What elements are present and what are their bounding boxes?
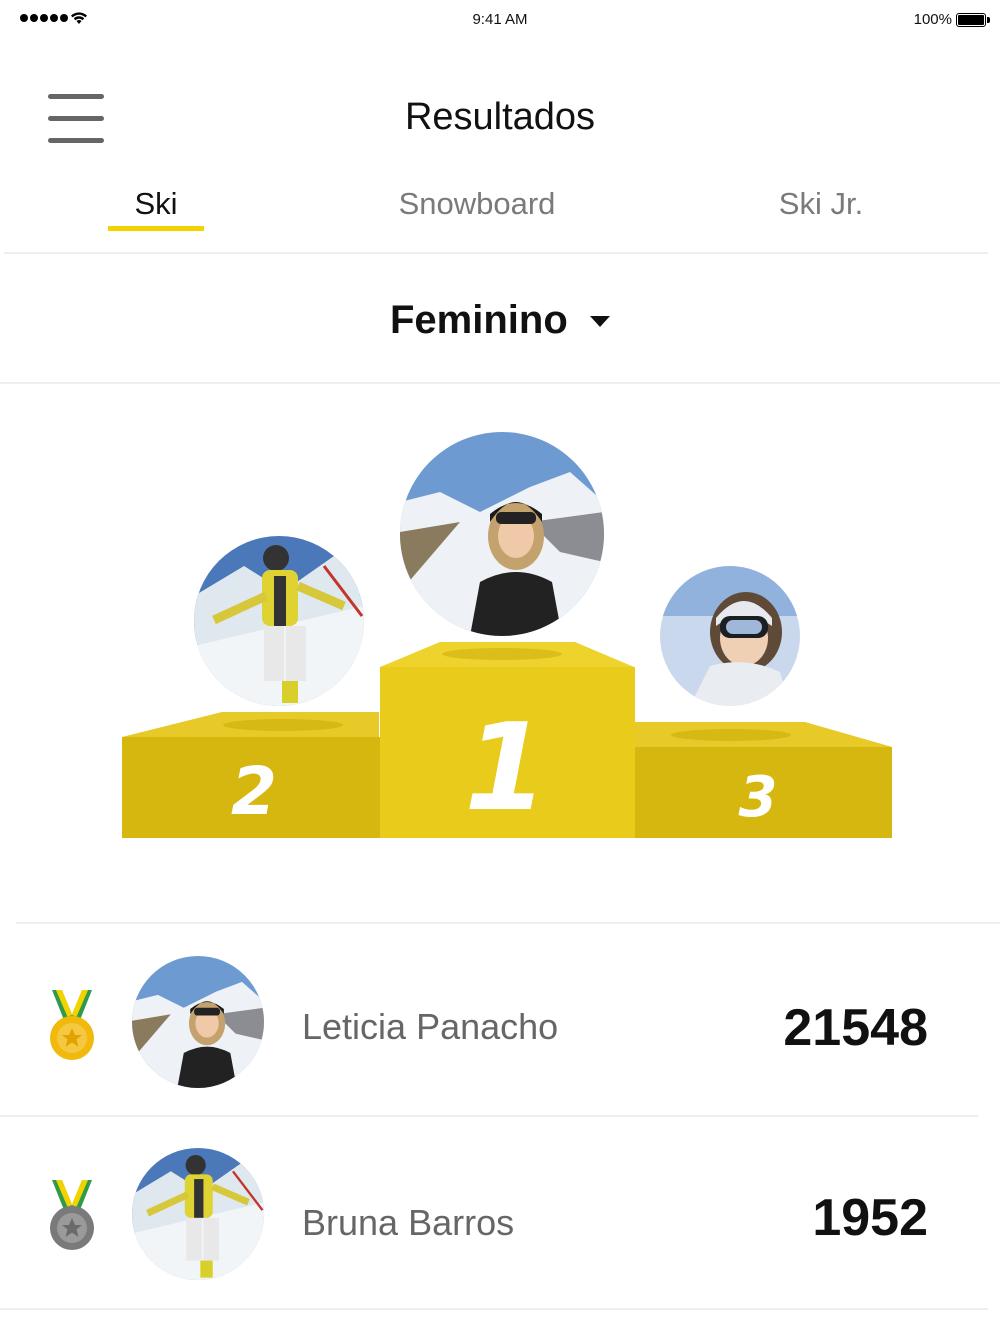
podium-first-ellipse (442, 648, 562, 660)
athlete-score: 21548 (783, 999, 928, 1057)
status-bar: 9:41 AM 100% (0, 0, 1000, 40)
podium-third-photo[interactable] (660, 566, 800, 706)
active-tab-indicator (108, 226, 204, 231)
athlete-avatar (132, 956, 264, 1088)
battery-percentage: 100% (913, 11, 952, 28)
page-title: Resultados (404, 96, 596, 138)
gold-medal-icon (50, 990, 94, 1060)
ranking-row[interactable]: Bruna Barros 1952 (0, 1118, 1000, 1308)
podium-second-ellipse (223, 719, 343, 731)
divider (16, 922, 1000, 924)
divider (0, 1308, 988, 1310)
divider (4, 252, 988, 254)
podium-third-number: 3 (739, 765, 778, 830)
battery-icon (956, 13, 990, 27)
podium-second-number: 2 (231, 753, 277, 830)
tab-snowboard[interactable]: Snowboard (368, 186, 586, 222)
divider (0, 1115, 978, 1117)
athlete-score: 1952 (812, 1189, 928, 1247)
podium-third-ellipse (671, 729, 791, 741)
tab-ski-jr[interactable]: Ski Jr. (758, 186, 884, 222)
podium-second-photo[interactable] (194, 536, 364, 706)
silver-medal-icon (50, 1180, 94, 1250)
athlete-avatar (132, 1148, 264, 1280)
category-label: Feminino (390, 298, 568, 342)
athlete-name: Bruna Barros (302, 1202, 515, 1243)
podium-first-number: 1 (464, 699, 548, 838)
tab-ski[interactable]: Ski (108, 186, 204, 222)
athlete-name: Leticia Panacho (302, 1006, 559, 1047)
category-dropdown[interactable]: Feminino (380, 290, 630, 350)
ranking-row[interactable]: Leticia Panacho 21548 (0, 926, 1000, 1116)
sport-tabs: Ski Snowboard Ski Jr. (0, 178, 1000, 254)
caret-down-icon (590, 316, 610, 327)
podium-first-photo[interactable] (400, 432, 604, 636)
podium: 2 1 3 (0, 384, 1000, 924)
status-time: 9:41 AM (472, 11, 528, 28)
